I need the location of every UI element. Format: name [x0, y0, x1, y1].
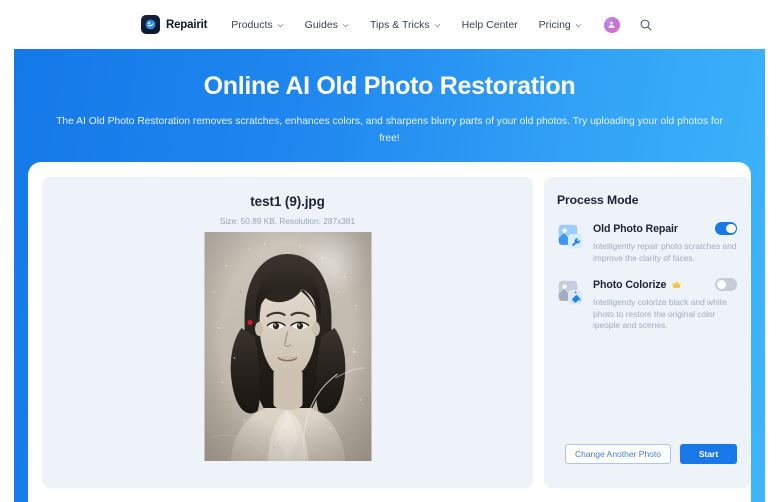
search-icon[interactable] — [639, 18, 653, 32]
top-navigation-bar: Repairit Products Guides Tips & Tricks H… — [0, 0, 778, 49]
chevron-down-icon — [342, 22, 349, 29]
chevron-down-icon — [434, 22, 441, 29]
photo-preview-panel: test1 (9).jpg Size: 50.89 KB. Resolution… — [42, 177, 533, 488]
brand-name-label: Repairit — [166, 18, 208, 31]
mode-header: Photo Colorize — [593, 277, 737, 292]
nav-item-pricing[interactable]: Pricing — [539, 19, 582, 31]
toggle-photo-colorize[interactable] — [715, 278, 737, 291]
toggle-old-photo-repair[interactable] — [715, 222, 737, 235]
photo-paint-bucket-icon — [557, 279, 584, 306]
file-meta-label: Size: 50.89 KB. Resolution: 287x381 — [219, 216, 356, 226]
brand-logo-link[interactable]: Repairit — [141, 15, 207, 34]
crown-icon — [671, 279, 682, 290]
mode-description: Intelligently repair photo scratches and… — [593, 241, 737, 263]
chevron-down-icon — [575, 22, 582, 29]
mode-body: Old Photo Repair Intelligently repair ph… — [593, 221, 737, 264]
hero-section: Online AI Old Photo Restoration The AI O… — [14, 49, 765, 502]
photo-wrench-icon — [557, 223, 584, 250]
repairit-logo-icon — [141, 15, 160, 34]
file-name-label: test1 (9).jpg — [250, 194, 325, 209]
nav-item-label: Pricing — [538, 18, 571, 31]
photo-thumbnail[interactable] — [204, 232, 371, 461]
old-photo-portrait — [204, 232, 371, 461]
hero-subtitle: The AI Old Photo Restoration removes scr… — [56, 116, 723, 144]
nav-item-label: Guides — [304, 18, 338, 31]
change-another-photo-button[interactable]: Change Another Photo — [564, 444, 671, 464]
process-mode-title: Process Mode — [557, 193, 639, 207]
nav-item-products[interactable]: Products — [231, 19, 283, 31]
mode-label: Photo Colorize — [593, 278, 667, 291]
page-root: Repairit Products Guides Tips & Tricks H… — [0, 0, 778, 502]
mode-option-photo-colorize[interactable]: Photo Colorize Intelligendy colorize bla… — [557, 277, 737, 332]
nav-item-help-center[interactable]: Help Center — [462, 19, 518, 31]
mode-option-old-photo-repair[interactable]: Old Photo Repair Intelligently repair ph… — [557, 221, 737, 264]
mode-header: Old Photo Repair — [593, 221, 737, 236]
chevron-down-icon — [277, 22, 284, 29]
nav-item-label: Tips & Tricks — [369, 18, 430, 31]
page-title: Online AI Old Photo Restoration — [203, 72, 576, 100]
process-mode-panel: Process Mode Old Photo Repair Intelligen… — [544, 177, 750, 488]
user-avatar-icon[interactable] — [603, 16, 620, 33]
toggle-knob — [726, 223, 736, 234]
mode-body: Photo Colorize Intelligendy colorize bla… — [593, 277, 737, 332]
nav-item-guides[interactable]: Guides — [305, 19, 349, 31]
mode-description: Intelligendy colorize black and white ph… — [593, 297, 727, 330]
start-button[interactable]: Start — [680, 444, 737, 464]
nav-right-actions — [603, 16, 653, 33]
toggle-knob — [716, 279, 726, 290]
red-cursor-dot — [247, 320, 253, 325]
workspace-card: test1 (9).jpg Size: 50.89 KB. Resolution… — [28, 162, 751, 502]
mode-label: Old Photo Repair — [593, 222, 678, 235]
nav-item-label: Products — [231, 18, 273, 31]
nav-item-label: Help Center — [461, 18, 518, 31]
nav-menu: Products Guides Tips & Tricks Help Cente… — [231, 19, 582, 31]
action-buttons: Change Another Photo Start — [557, 444, 737, 464]
nav-item-tips-and-tricks[interactable]: Tips & Tricks — [370, 19, 441, 31]
